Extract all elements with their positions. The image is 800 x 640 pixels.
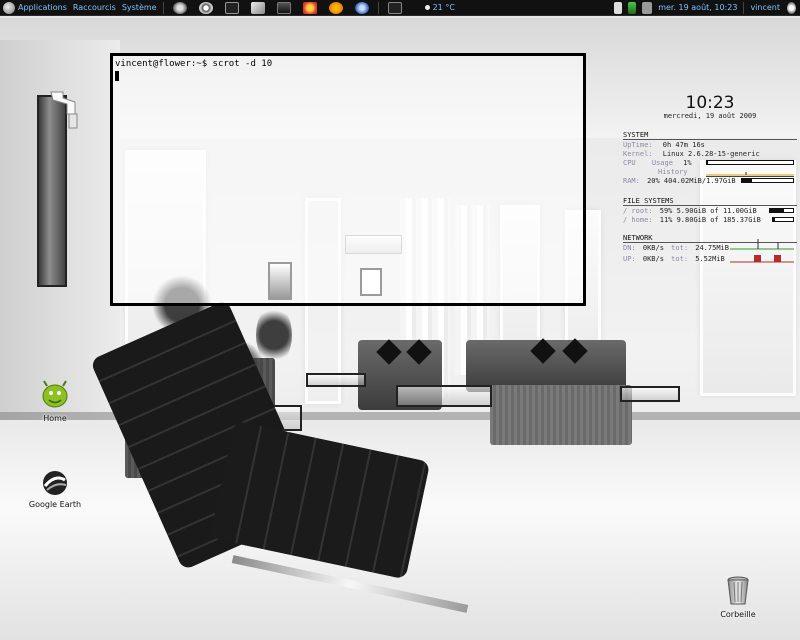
fs-home-bar-fill <box>773 218 776 221</box>
net-up-total: 5.52MiB <box>695 255 725 263</box>
uptime-value: 0h 47m 16s <box>662 141 705 149</box>
fs-root-row: / root: 59% 5.90GiB of 11.00GiB <box>623 207 757 215</box>
ram-row: RAM: 20% 404.02MiB/1.97GiB <box>623 177 736 185</box>
wallpaper-coffee-table <box>396 385 492 407</box>
cpu-history-label: History <box>658 168 688 176</box>
net-down-label: DN: <box>623 244 636 252</box>
fs-home-value: 11% 9.80GiB of 185.37GiB <box>659 216 761 224</box>
conky-date: mercredi, 19 août 2009 <box>663 112 757 120</box>
uptime-row: UpTime: 0h 47m 16s <box>623 141 705 149</box>
ram-usage-bar <box>741 178 794 183</box>
google-earth-icon <box>43 471 67 495</box>
conky-time: 10:23 <box>685 93 735 113</box>
net-up-value: 0KB/s <box>642 255 664 263</box>
net-down-row: DN: 0KB/s tot: 24.75MiB <box>623 244 729 252</box>
cpu-history-row: History <box>658 168 688 176</box>
desktop-icon-home-label: Home <box>43 414 67 423</box>
keyboard-icon[interactable] <box>642 1 653 14</box>
cpu-history-graph <box>706 172 794 177</box>
terminal-prompt-line: vincent@flower:~$ scrot -d 10 <box>115 59 273 69</box>
applications-menu-label: Applications <box>18 3 67 12</box>
net-up-label: UP: <box>623 255 636 263</box>
fs-root-label: / root: <box>623 207 653 215</box>
kernel-label: Kernel: <box>623 150 653 158</box>
desktop-icon-trash-label: Corbeille <box>720 610 756 619</box>
fs-root-value: 59% 5.90GiB of 11.00GiB <box>659 207 757 215</box>
net-down-total-label: tot: <box>671 244 689 252</box>
ram-value: 20% 404.02MiB/1.97GiB <box>647 177 736 185</box>
fs-home-bar <box>772 217 794 222</box>
wallpaper-side-table <box>306 373 366 387</box>
clock-applet[interactable]: mer. 19 août, 10:23 <box>655 0 740 16</box>
panel-clock: mer. 19 août, 10:23 <box>658 3 738 12</box>
places-menu[interactable]: Raccourcis <box>70 0 119 16</box>
applications-menu[interactable]: Applications <box>0 0 70 16</box>
gimp-icon[interactable] <box>172 1 187 14</box>
cpu-usage-label: Usage <box>651 159 673 167</box>
user-name: vincent <box>750 3 780 12</box>
desktop-icon-trash[interactable]: Corbeille <box>703 576 773 619</box>
network-icon[interactable] <box>628 1 637 14</box>
weather-applet[interactable]: 21 °C <box>422 0 458 16</box>
cpu-usage-value: 1% <box>683 159 692 167</box>
wallpaper-ottoman <box>490 385 632 445</box>
panel-separator <box>162 1 164 14</box>
fs-home-row: / home: 11% 9.80GiB of 185.37GiB <box>623 216 761 224</box>
terminal-icon[interactable] <box>224 1 239 14</box>
firefox-icon[interactable] <box>328 1 343 14</box>
conky-monitor: 10:23 mercredi, 19 août 2009 SYSTEM UpTi… <box>620 90 800 270</box>
net-down-total: 24.75MiB <box>695 244 729 252</box>
system-heading: SYSTEM <box>623 131 649 139</box>
thunderbird-icon[interactable] <box>354 1 369 14</box>
net-down-value: 0KB/s <box>642 244 664 252</box>
net-up-graph <box>730 255 794 263</box>
ubuntu-icon[interactable] <box>302 1 317 14</box>
terminal-cursor <box>115 71 119 81</box>
text-editor-icon[interactable] <box>250 1 265 14</box>
cpu-row: CPU Usage 1% <box>623 159 692 167</box>
trash-icon <box>727 576 749 605</box>
fs-home-label: / home: <box>623 216 653 224</box>
top-panel: Applications Raccourcis Système 21 °C me… <box>0 0 800 16</box>
terminal-window[interactable]: vincent@flower:~$ scrot -d 10 <box>110 53 586 306</box>
fs-root-bar <box>769 208 794 213</box>
uptime-label: UpTime: <box>623 141 653 149</box>
fs-root-bar-fill <box>770 209 784 212</box>
filesystems-heading: FILE SYSTEMS <box>623 197 674 205</box>
notification-icon[interactable] <box>614 1 623 14</box>
net-up-row: UP: 0KB/s tot: 5.52MiB <box>623 255 725 263</box>
home-android-icon <box>42 380 68 408</box>
desktop-icon-google-earth-label: Google Earth <box>28 500 82 509</box>
gnome-foot-icon <box>3 1 15 14</box>
desktop-icon-google-earth[interactable]: Google Earth <box>20 470 90 509</box>
panel-separator <box>377 1 379 14</box>
cpu-label: CPU <box>623 159 636 167</box>
nautilus-icon[interactable] <box>276 1 291 14</box>
network-heading: NETWORK <box>623 234 653 242</box>
power-icon[interactable] <box>787 1 796 14</box>
cpu-usage-bar-fill <box>707 161 708 164</box>
ram-usage-bar-fill <box>742 179 753 182</box>
wallpaper-plant <box>256 305 292 365</box>
wallpaper-wall-lamp <box>50 91 78 129</box>
desktop-icon-home[interactable]: Home <box>20 380 90 423</box>
show-desktop-icon[interactable] <box>387 1 402 14</box>
system-monitor-icon[interactable] <box>198 1 213 14</box>
net-up-total-label: tot: <box>671 255 689 263</box>
section-rule <box>623 205 797 206</box>
system-menu-label: Système <box>121 3 157 12</box>
weather-icon <box>424 5 430 10</box>
wallpaper-side-table <box>620 386 680 402</box>
ram-label: RAM: <box>623 177 640 185</box>
user-switcher[interactable]: vincent <box>747 0 783 16</box>
kernel-row: Kernel: Linux 2.6.28-15-generic <box>623 150 760 158</box>
weather-temperature: 21 °C <box>432 3 455 12</box>
cpu-usage-bar <box>706 160 794 165</box>
kernel-value: Linux 2.6.28-15-generic <box>662 150 760 158</box>
places-menu-label: Raccourcis <box>72 3 116 12</box>
net-down-graph <box>730 239 794 250</box>
section-rule <box>623 139 797 140</box>
system-menu[interactable]: Système <box>119 0 160 16</box>
panel-separator <box>743 1 745 14</box>
